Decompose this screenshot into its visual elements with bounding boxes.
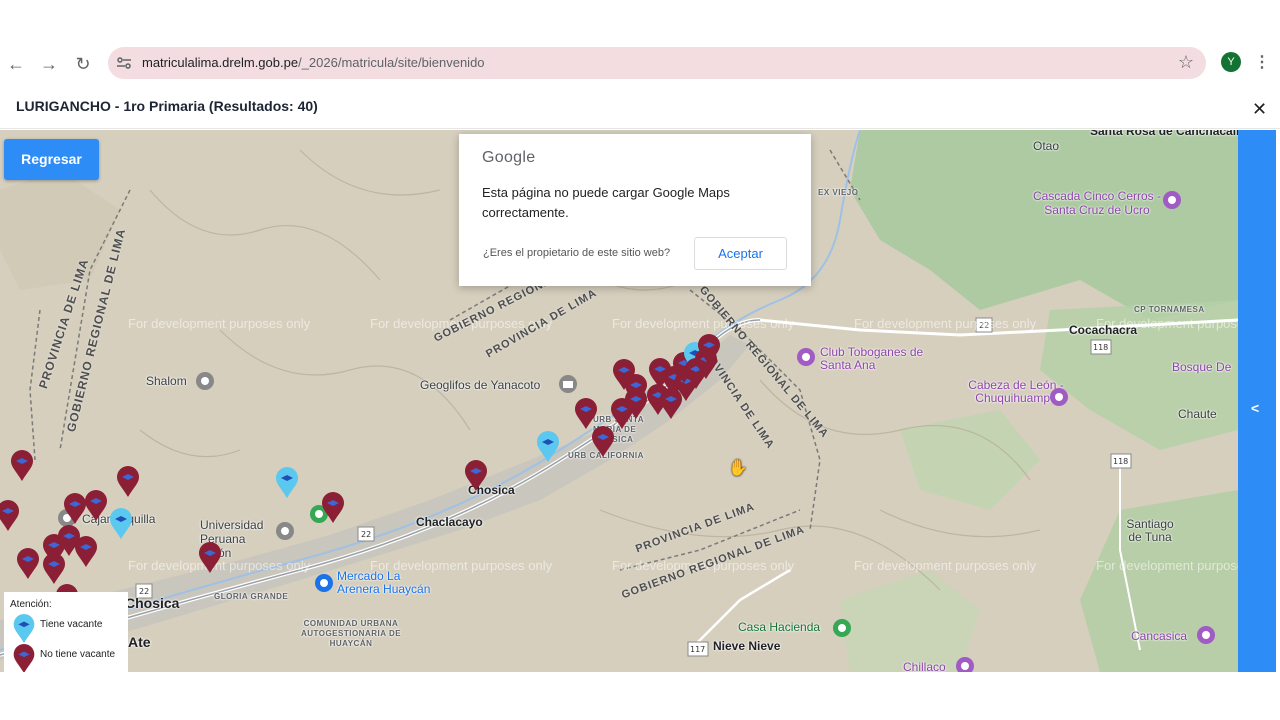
school-pin-no-vacancy[interactable] xyxy=(42,553,66,585)
attraction-icon[interactable] xyxy=(795,346,817,368)
school-pin-no-vacancy[interactable] xyxy=(624,388,648,420)
hand-cursor-icon: ✋ xyxy=(728,460,748,477)
accept-button[interactable]: Aceptar xyxy=(694,237,787,270)
shopping-icon[interactable] xyxy=(313,572,335,594)
maps-error-message: Esta página no puede cargar Google Maps … xyxy=(482,185,730,220)
place-label: Chaclacayo xyxy=(416,515,483,529)
place-icon[interactable] xyxy=(194,370,216,392)
poi-label: Chillaco xyxy=(903,660,946,672)
svg-text:118: 118 xyxy=(1093,343,1108,352)
school-pin-no-vacancy[interactable] xyxy=(74,536,98,568)
legend-item-no-vacancy: No tiene vacante xyxy=(12,644,115,672)
bookmark-star-icon[interactable]: ☆ xyxy=(1178,52,1194,73)
site-settings-icon[interactable] xyxy=(116,55,132,71)
attraction-icon[interactable] xyxy=(954,655,976,672)
poi-label: Bosque De xyxy=(1172,360,1232,374)
school-pin-no-vacancy[interactable] xyxy=(464,460,488,492)
profile-avatar[interactable]: Y xyxy=(1221,52,1241,72)
school-pin-vacancy[interactable] xyxy=(536,431,560,463)
legend-item-vacancy: Tiene vacante xyxy=(12,614,102,647)
watermark-text: For development purposes only xyxy=(612,316,795,331)
place-label: Nieve Nieve xyxy=(713,639,781,653)
school-pin-no-vacancy[interactable] xyxy=(321,492,345,524)
place-label: Santa Rosa de Canchacalla xyxy=(1090,130,1238,138)
url-text: matriculalima.drelm.gob.pe/_2026/matricu… xyxy=(142,55,485,70)
poi-label: Geoglifos de Yanacoto xyxy=(420,378,541,392)
place-label: EX VIEJO xyxy=(818,188,859,197)
attraction-icon[interactable] xyxy=(1161,189,1183,211)
school-pin-no-vacancy[interactable] xyxy=(16,548,40,580)
place-label: GLORIA GRANDE xyxy=(214,592,289,601)
svg-text:22: 22 xyxy=(361,530,371,539)
svg-text:117: 117 xyxy=(690,645,705,654)
vacancy-pin-icon xyxy=(13,614,35,644)
modal-header: LURIGANCHO - 1ro Primaria (Resultados: 4… xyxy=(0,85,1280,129)
url-path: /_2026/matricula/site/bienvenido xyxy=(298,55,485,70)
map-legend: Atención: Tiene vacante No tiene vacante xyxy=(4,592,128,672)
back-arrow-icon[interactable]: ← xyxy=(4,52,28,76)
browser-toolbar: ← → ↻ matriculalima.drelm.gob.pe/_2026/m… xyxy=(0,44,1280,84)
map-canvas[interactable]: 22 22 118 118 117 22 For development pur… xyxy=(0,130,1238,672)
maps-error-dialog: Google Esta página no puede cargar Googl… xyxy=(459,134,811,286)
no-vacancy-pin-icon xyxy=(13,644,35,672)
url-domain: matriculalima.drelm.gob.pe xyxy=(142,55,299,70)
legend-title: Atención: xyxy=(10,599,52,610)
reload-icon[interactable]: ↻ xyxy=(71,52,95,76)
modal-title: LURIGANCHO - 1ro Primaria (Resultados: 4… xyxy=(16,98,318,114)
place-label: COMUNIDAD URBANA AUTOGESTIONARIA DE HUAY… xyxy=(300,619,402,648)
address-bar[interactable]: matriculalima.drelm.gob.pe/_2026/matricu… xyxy=(108,47,1206,79)
poi-label: Cancasica xyxy=(1131,629,1188,643)
google-logo: Google xyxy=(482,149,536,166)
watermark-text: For development purposes only xyxy=(854,316,1037,331)
school-pin-vacancy[interactable] xyxy=(109,508,133,540)
place-label: Chaute xyxy=(1178,407,1217,421)
place-label: Ate xyxy=(128,634,151,650)
museum-icon[interactable] xyxy=(557,373,579,395)
browser-menu-icon[interactable]: ⋮ xyxy=(1254,52,1270,72)
poi-label: Mercado La Arenera Huaycán xyxy=(337,569,431,596)
side-panel-toggle[interactable]: < xyxy=(1238,130,1276,672)
legend-label: No tiene vacante xyxy=(40,649,116,660)
school-pin-no-vacancy[interactable] xyxy=(198,542,222,574)
poi-label: Casa Hacienda xyxy=(738,620,821,634)
legend-label: Tiene vacante xyxy=(40,619,103,630)
place-label: Chosica xyxy=(125,595,180,611)
school-pin-no-vacancy[interactable] xyxy=(84,490,108,522)
school-pin-no-vacancy[interactable] xyxy=(591,426,615,458)
place-label: Santiago de Tuna xyxy=(1126,517,1174,544)
school-pin-no-vacancy[interactable] xyxy=(10,450,34,482)
forward-arrow-icon[interactable]: → xyxy=(37,52,61,76)
svg-text:118: 118 xyxy=(1113,457,1128,466)
poi-label: Club Toboganes de Santa Ana xyxy=(820,345,924,372)
park-icon[interactable] xyxy=(831,617,853,639)
attraction-icon[interactable] xyxy=(1048,386,1070,408)
watermark-text: For development purposes only xyxy=(1096,558,1238,573)
back-button[interactable]: Regresar xyxy=(4,139,99,180)
school-pin-vacancy[interactable] xyxy=(275,467,299,499)
watermark-text: For development purposes only xyxy=(128,316,311,331)
watermark-text: For development purposes only xyxy=(854,558,1037,573)
place-label: Cocachacra xyxy=(1069,323,1138,337)
place-label: Otao xyxy=(1033,139,1060,153)
school-pin-no-vacancy[interactable] xyxy=(116,466,140,498)
attraction-icon[interactable] xyxy=(1195,624,1217,646)
poi-label: Cascada Cinco Cerros - Santa Cruz de Ucr… xyxy=(1032,189,1162,217)
chevron-left-icon: < xyxy=(1251,400,1260,416)
school-pin-no-vacancy[interactable] xyxy=(697,334,721,366)
place-label: CP TORNAMESA xyxy=(1134,305,1205,314)
school-poi-icon[interactable] xyxy=(274,520,296,542)
poi-label: Shalom xyxy=(146,374,187,388)
owner-question-link[interactable]: ¿Eres el propietario de este sitio web? xyxy=(483,247,670,259)
close-icon[interactable]: ✕ xyxy=(1252,100,1267,118)
school-pin-no-vacancy[interactable] xyxy=(0,500,20,532)
